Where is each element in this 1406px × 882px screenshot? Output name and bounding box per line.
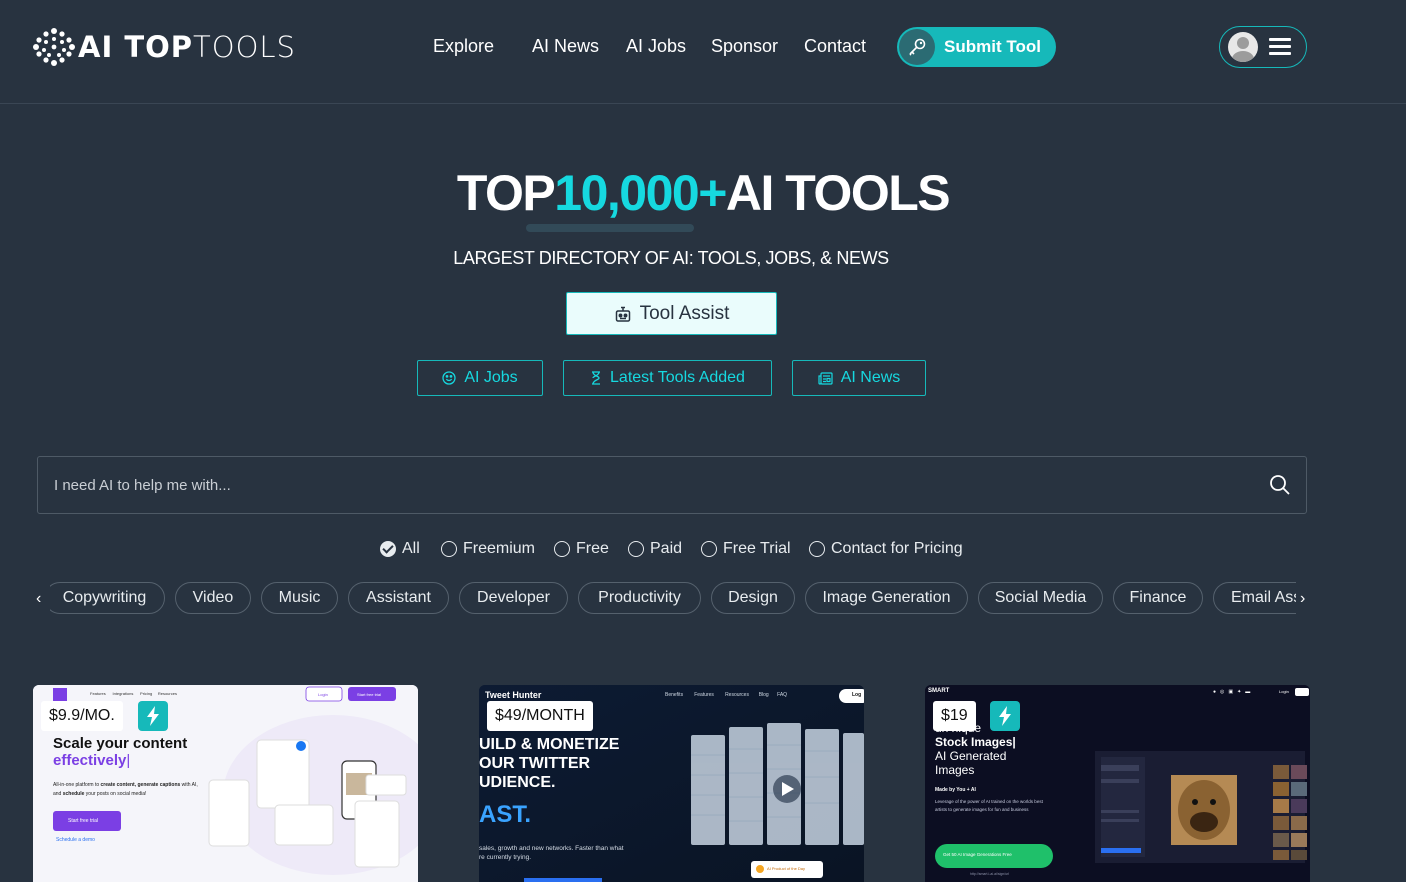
category-chip[interactable]: Video [175, 582, 251, 614]
category-chip[interactable]: Design [711, 582, 795, 614]
hero-underline-decoration [526, 224, 694, 232]
card-2-headline: UILD & MONETIZE OUR TWITTER UDIENCE. [479, 736, 620, 791]
card-3-login: Login [1279, 689, 1289, 694]
card-1-body: All-in-one platform to create content, g… [53, 782, 198, 797]
latest-tools-button[interactable]: Latest Tools Added [563, 360, 772, 396]
category-chip[interactable]: Music [261, 582, 338, 614]
card-3-brand: SMART [928, 688, 950, 694]
price-badge: $9.9/MO. [41, 701, 123, 731]
filter-contact-pricing[interactable]: Contact for Pricing [809, 540, 963, 558]
radio-checked-icon [380, 541, 396, 557]
tool-card[interactable]: Features Integrations Pricing Resources … [33, 685, 418, 882]
card-2-accent: AST. [479, 801, 532, 828]
radio-icon [809, 541, 825, 557]
ai-news-button[interactable]: AI News [792, 360, 926, 396]
nav-contact[interactable]: Contact [804, 36, 866, 57]
user-menu-button[interactable] [1219, 26, 1307, 68]
chevron-right-icon[interactable]: › [1300, 590, 1305, 608]
card-1-link: Schedule a demo [56, 837, 95, 843]
nav-ai-jobs[interactable]: AI Jobs [626, 36, 686, 57]
radio-icon [441, 541, 457, 557]
lightning-icon [990, 701, 1020, 731]
card-2-badge: AI Product of the Day [767, 866, 806, 871]
filter-free[interactable]: Free [554, 540, 609, 558]
filter-all[interactable]: All [380, 540, 420, 558]
filter-free-trial[interactable]: Free Trial [701, 540, 791, 558]
site-header: AI TOPTOOLS Explore AI News AI Jobs Spon… [0, 0, 1406, 104]
search-icon[interactable] [1269, 474, 1291, 496]
card-1-headline-accent: effectively| [53, 752, 131, 769]
price-badge: $49/MONTH [487, 701, 593, 731]
hamburger-menu-icon [1269, 38, 1291, 56]
tool-assist-button[interactable]: Tool Assist [566, 292, 777, 335]
card-1-login: Login [318, 692, 328, 697]
smile-icon [442, 371, 456, 385]
card-3-body: Leverage of the power of AI trained on t… [935, 799, 1043, 812]
hero-subtitle: LARGEST DIRECTORY OF AI: TOOLS, JOBS, & … [453, 248, 889, 268]
card-1-mini-nav: Features Integrations Pricing Resources [90, 691, 177, 696]
card-3-line3: Images [935, 763, 975, 777]
radio-icon [701, 541, 717, 557]
latest-tools-label: Latest Tools Added [610, 369, 745, 386]
price-badge: $19 [933, 701, 976, 731]
avatar [1228, 32, 1258, 62]
key-icon [899, 29, 935, 65]
nav-explore[interactable]: Explore [433, 36, 494, 57]
filter-freemium[interactable]: Freemium [441, 540, 535, 558]
ai-jobs-label: AI Jobs [464, 369, 518, 386]
category-chip[interactable]: Copywriting [50, 582, 165, 614]
category-chip[interactable]: Email Assistant [1213, 582, 1296, 614]
search-box [37, 456, 1307, 514]
submit-tool-button[interactable]: Submit Tool [897, 27, 1056, 67]
social-icons: ●◎▣✦▬ [1213, 689, 1255, 695]
robot-icon [615, 306, 630, 322]
search-input[interactable] [38, 457, 1258, 513]
card-3-title: Stock Images| [935, 735, 1016, 749]
card-2-login: Log [852, 692, 862, 698]
card-3-line2: AI Generated [935, 749, 1007, 763]
category-scroller: Copywriting Video Music Assistant Develo… [50, 582, 1296, 615]
site-logo[interactable]: AI TOPTOOLS [32, 26, 296, 68]
nav-sponsor[interactable]: Sponsor [711, 36, 778, 57]
category-chip[interactable]: Assistant [348, 582, 449, 614]
category-chip[interactable]: Social Media [978, 582, 1103, 614]
card-1-headline: Scale your content [53, 735, 188, 752]
logo-wordmark: AI TOPTOOLS [78, 30, 296, 64]
ai-news-label: AI News [840, 369, 901, 386]
hourglass-icon [592, 371, 601, 385]
category-chip[interactable]: Image Generation [805, 582, 968, 614]
hero-title-count: 10,000+ [554, 165, 727, 221]
card-2-body: sales, growth and new networks. Faster t… [479, 845, 624, 861]
nav-ai-news[interactable]: AI News [532, 36, 599, 57]
tool-assist-label: Tool Assist [639, 302, 730, 324]
card-1-cta: Start free trial [357, 692, 382, 697]
ai-jobs-button[interactable]: AI Jobs [417, 360, 543, 396]
category-chip[interactable]: Finance [1113, 582, 1203, 614]
card-3-madeby: Made by You + AI [935, 787, 976, 793]
chevron-left-icon[interactable]: ‹ [36, 590, 41, 608]
newspaper-icon [818, 371, 833, 385]
card-2-brand: Tweet Hunter [485, 690, 542, 700]
card-1-button: Start free trial [68, 818, 99, 824]
filter-paid[interactable]: Paid [628, 540, 682, 558]
submit-tool-label: Submit Tool [944, 37, 1041, 56]
tool-card[interactable]: SMART ●◎▣✦▬ Login un nique Stock Images|… [925, 685, 1310, 882]
hero-title: TOP10,000+AI TOOLS [456, 165, 951, 221]
radio-icon [628, 541, 644, 557]
card-3-footnote: http://smart.i-ai.ai/sign/url [970, 872, 1010, 876]
category-chip[interactable]: Productivity [578, 582, 701, 614]
radio-icon [554, 541, 570, 557]
tool-card[interactable]: Tweet Hunter Benefits Features Resources… [479, 685, 864, 882]
card-2-mini-nav: Benefits Features Resources Blog FAQ [665, 692, 788, 698]
card-3-button: Get 50 AI Image Generations Free [943, 852, 1012, 857]
lightning-icon [138, 701, 168, 731]
logo-mark-icon [33, 28, 75, 66]
category-chip[interactable]: Developer [459, 582, 568, 614]
